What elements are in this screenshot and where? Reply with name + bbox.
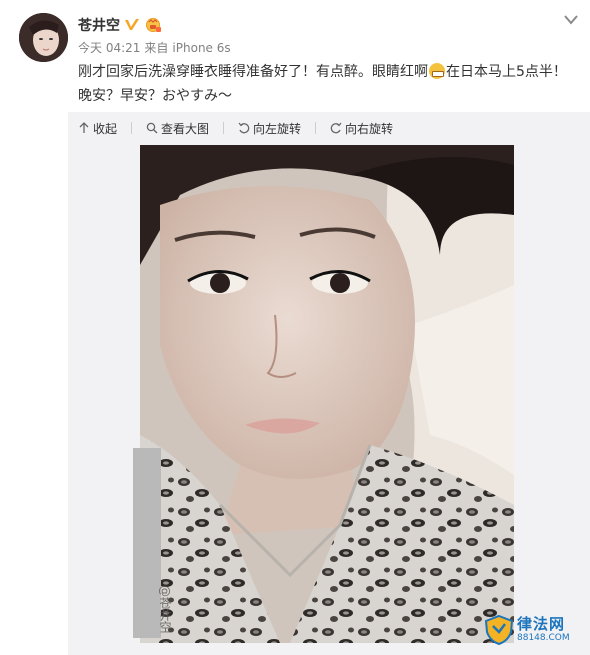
collapse-label: 收起 [93, 121, 118, 136]
source-device[interactable]: iPhone 6s [172, 41, 230, 55]
arrow-up-icon [79, 122, 89, 133]
chevron-down-icon[interactable] [563, 14, 579, 26]
view-large-button[interactable]: 查看大图 [146, 120, 225, 137]
magnifier-icon [146, 122, 158, 134]
site-logo: 律法网 88148.COM [484, 613, 582, 647]
rotate-left-icon [238, 122, 250, 134]
post-meta: 今天 04:21 来自 iPhone 6s [78, 39, 235, 56]
vip-badge-icon[interactable] [144, 17, 162, 33]
collapse-button[interactable]: 收起 [78, 120, 133, 137]
post-time[interactable]: 今天 04:21 [78, 41, 140, 55]
name-row: 苍井空 [78, 14, 162, 36]
source-prefix: 来自 [144, 41, 169, 55]
view-large-label: 查看大图 [161, 121, 210, 136]
user-name[interactable]: 苍井空 [78, 15, 120, 35]
toolbar-divider [223, 122, 225, 134]
post-photo[interactable] [140, 145, 514, 643]
post-text-line2: 晚安？早安？おやすみ～ [78, 88, 232, 104]
verified-v-icon[interactable] [124, 17, 140, 33]
media-toolbar: 收起 查看大图 向左旋转 向右旋转 [68, 112, 407, 144]
shield-logo-icon [484, 614, 514, 646]
rotate-left-label: 向左旋转 [253, 121, 302, 136]
selfie-illustration [140, 145, 514, 643]
toolbar-divider [315, 122, 317, 134]
weibo-post: 苍井空 今天 04:21 来自 iPhone 6s 刚才回家后洗澡穿睡衣睡得准备好了… [0, 0, 590, 655]
rotate-right-label: 向右旋转 [345, 121, 394, 136]
rotate-right-icon [330, 122, 342, 134]
post-text-part2: 在日本马上5点半！ [446, 64, 567, 80]
grin-emoji-icon [429, 63, 445, 79]
site-brand: 律法网 [517, 615, 566, 633]
rotate-right-button[interactable]: 向右旋转 [330, 120, 393, 137]
avatar[interactable] [19, 13, 68, 62]
site-domain: 88148.COM [517, 633, 570, 643]
post-text: 刚才回家后洗澡穿睡衣睡得准备好了！有点醉。眼睛红啊 在日本马上5点半！ 晚安？早安… [78, 60, 578, 108]
toolbar-divider [131, 122, 133, 134]
post-text-part1: 刚才回家后洗澡穿睡衣睡得准备好了！有点醉。眼睛红啊 [78, 64, 428, 80]
avatar-image [19, 13, 68, 62]
photo-watermark: @苍井空 [158, 585, 172, 633]
rotate-left-button[interactable]: 向左旋转 [238, 120, 317, 137]
